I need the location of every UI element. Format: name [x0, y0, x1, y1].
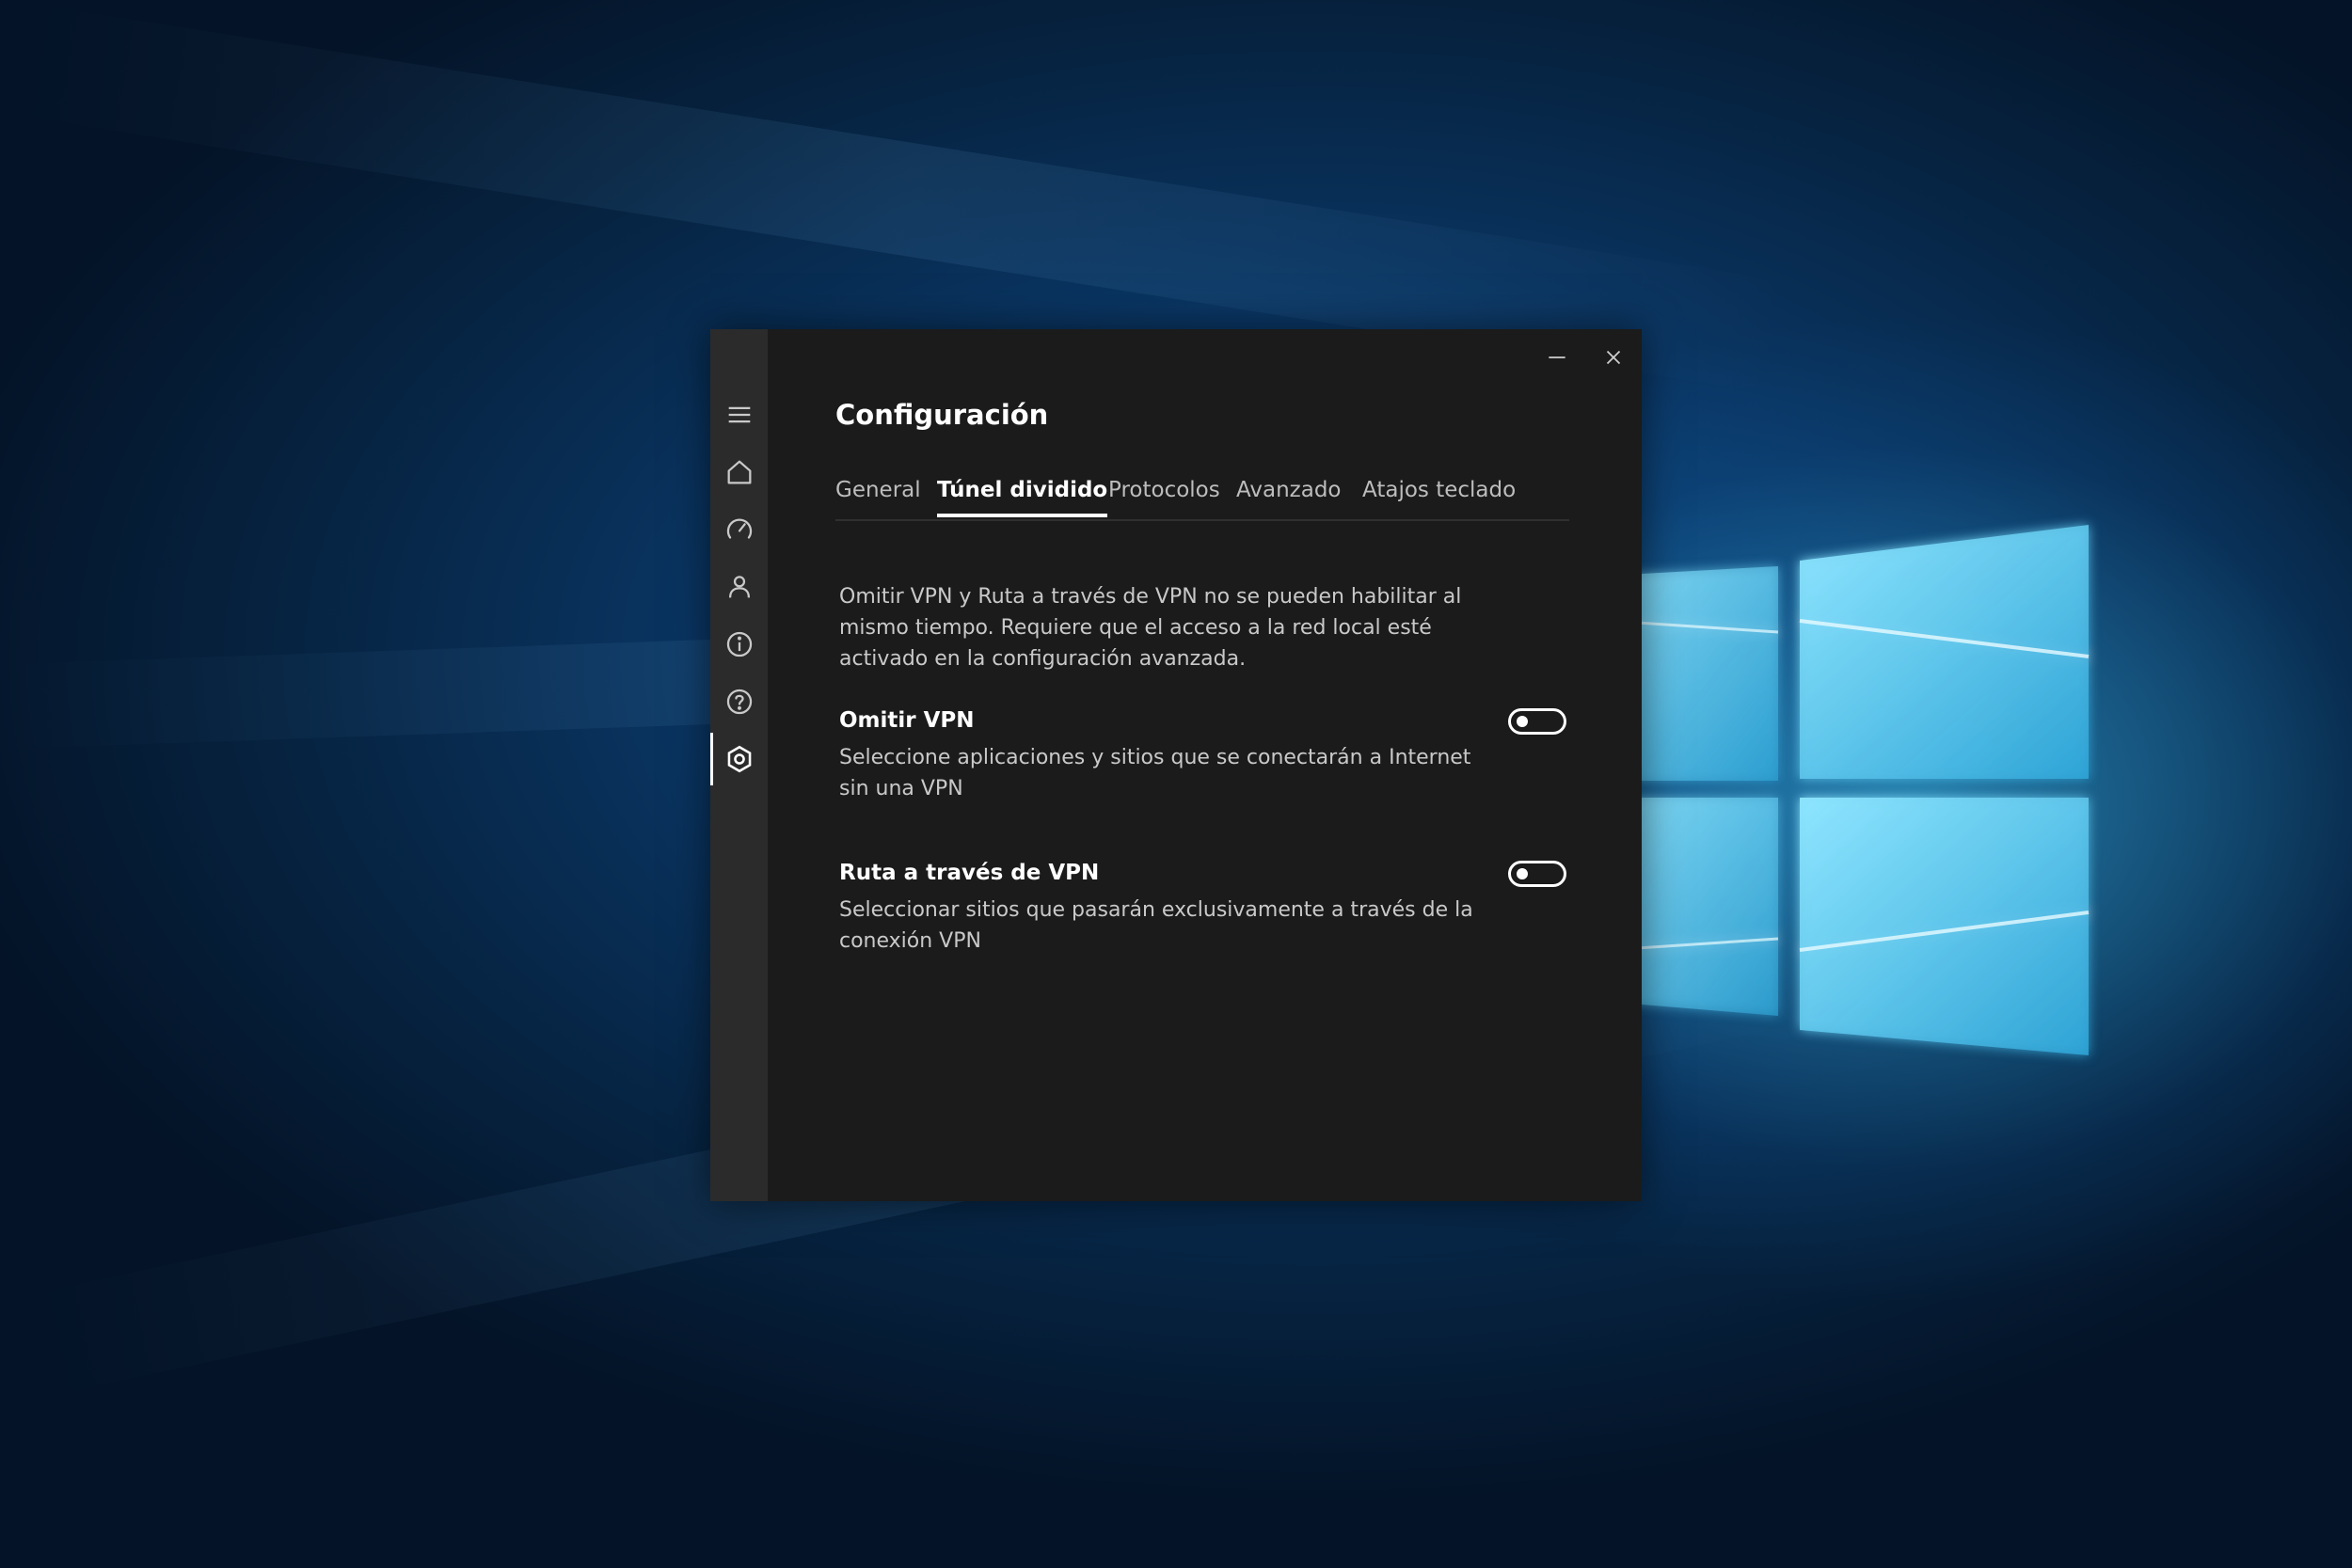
vpn-settings-window: Configuración General Túnel dividido Pro…: [710, 329, 1642, 1201]
minimize-button[interactable]: [1529, 329, 1585, 386]
bypass-vpn-description: Seleccione aplicaciones y sitios que se …: [839, 746, 1471, 800]
page-title: Configuración: [835, 399, 1049, 431]
menu-icon[interactable]: [710, 388, 768, 441]
toggle-knob: [1517, 868, 1528, 879]
route-via-vpn-description: Seleccionar sitios que pasarán exclusiva…: [839, 898, 1473, 953]
tab-general[interactable]: General: [835, 478, 921, 514]
route-via-vpn-title: Ruta a través de VPN: [839, 861, 1100, 885]
tab-bar: General Túnel dividido Protocolos Avanza…: [835, 478, 1569, 521]
windows-logo: [1608, 525, 2090, 1055]
route-via-vpn-toggle[interactable]: [1508, 861, 1566, 887]
tab-protocols[interactable]: Protocolos: [1108, 478, 1220, 514]
tab-keyboard-shortcuts[interactable]: Atajos teclado: [1362, 478, 1516, 514]
home-icon[interactable]: [710, 446, 768, 499]
settings-icon[interactable]: [710, 733, 768, 785]
info-icon[interactable]: [710, 618, 768, 671]
speed-icon[interactable]: [710, 503, 768, 556]
bypass-vpn-title: Omitir VPN: [839, 708, 975, 733]
titlebar-controls: [1529, 329, 1642, 386]
account-icon[interactable]: [710, 561, 768, 613]
sidebar: [710, 329, 768, 1201]
tab-advanced[interactable]: Avanzado: [1236, 478, 1342, 514]
split-tunnel-info: Omitir VPN y Ruta a través de VPN no se …: [839, 585, 1462, 671]
close-button[interactable]: [1585, 329, 1642, 386]
minimize-icon: [1549, 356, 1565, 358]
toggle-knob: [1517, 716, 1528, 727]
close-icon: [1606, 350, 1621, 365]
bypass-vpn-toggle[interactable]: [1508, 708, 1566, 735]
help-icon[interactable]: [710, 675, 768, 728]
tab-split-tunnel[interactable]: Túnel dividido: [937, 478, 1108, 517]
